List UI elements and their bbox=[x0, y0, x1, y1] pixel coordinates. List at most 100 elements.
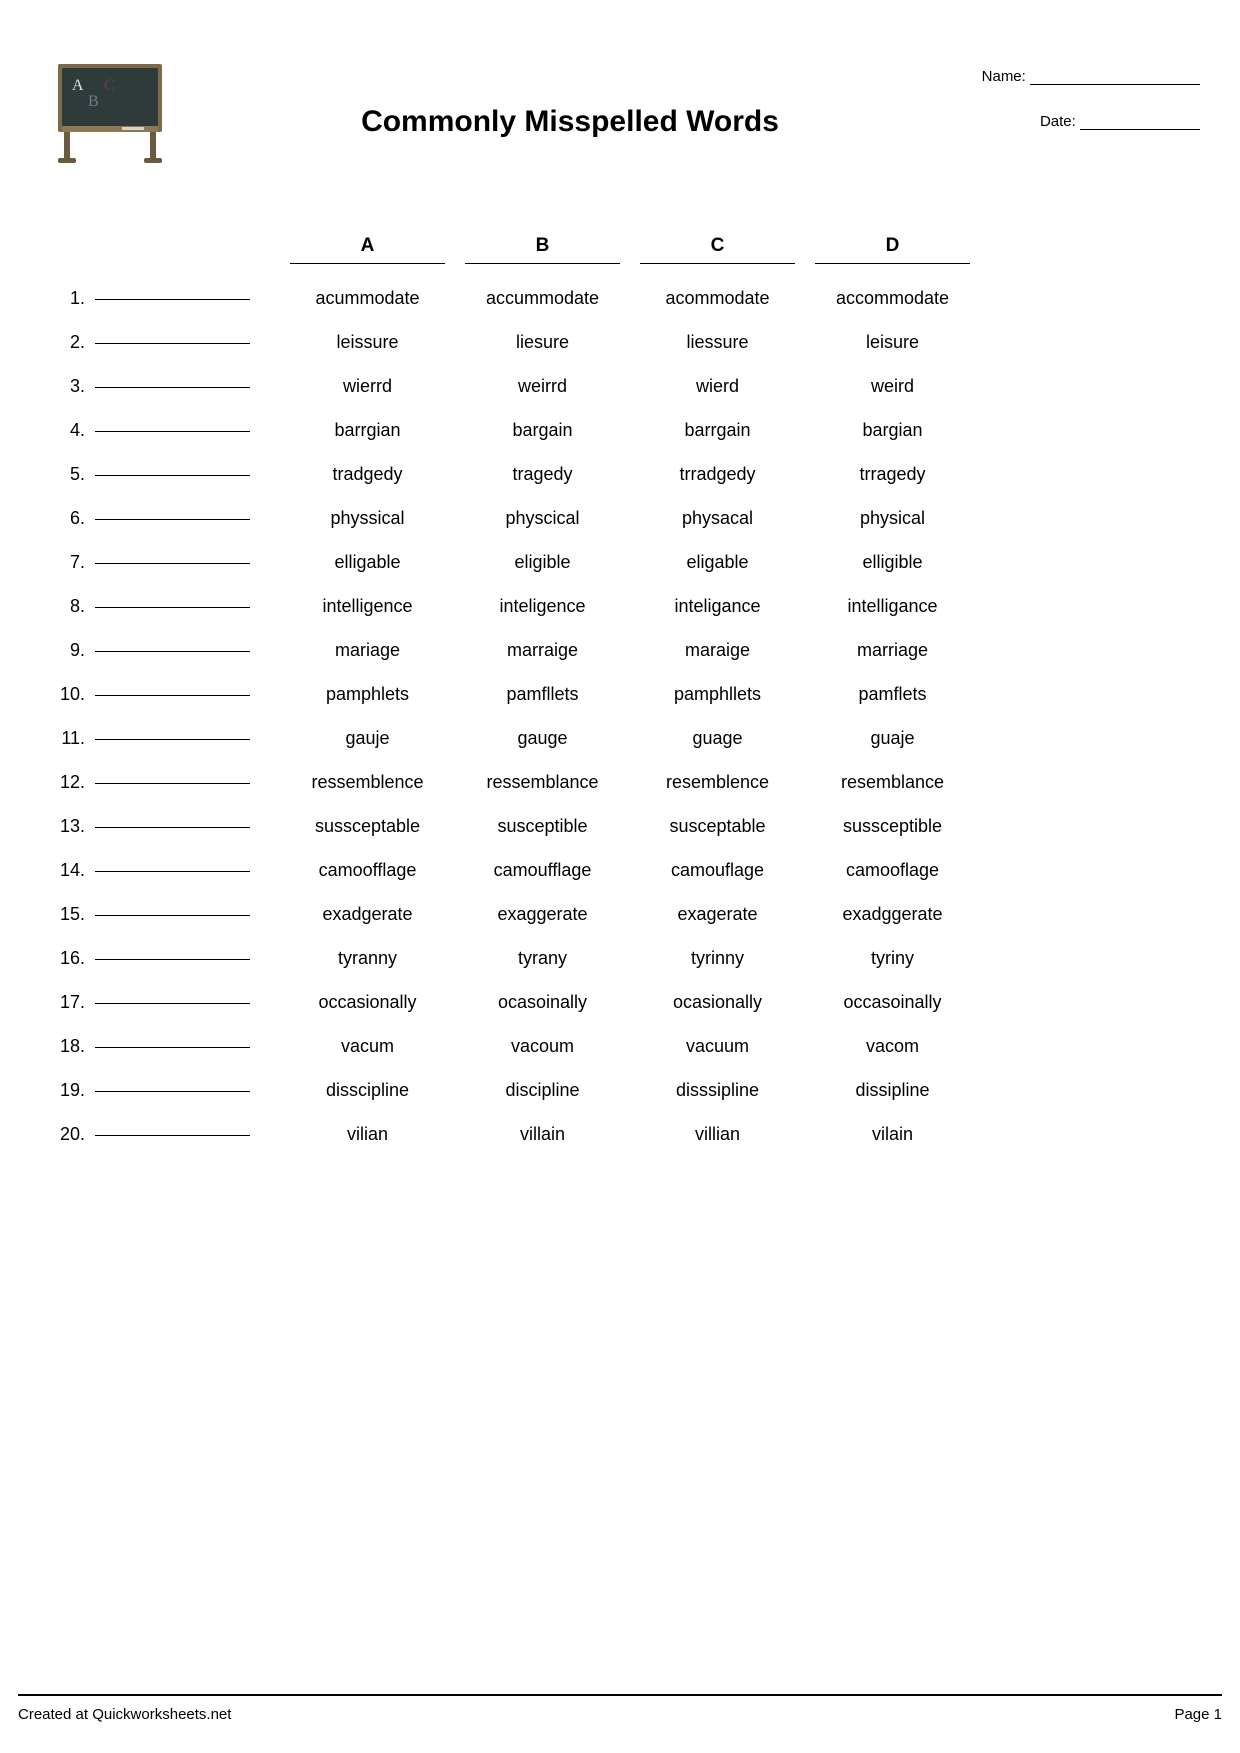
option-cell: wierrd bbox=[290, 376, 445, 397]
option-cell: disscipline bbox=[290, 1080, 445, 1101]
answer-blank-line[interactable] bbox=[95, 1002, 250, 1004]
question-row: 18.vacumvacoumvacuumvacom bbox=[40, 1024, 1200, 1068]
answer-cell bbox=[95, 728, 280, 749]
svg-text:A: A bbox=[72, 77, 84, 94]
option-cell: marraige bbox=[465, 640, 620, 661]
option-cell: physcical bbox=[465, 508, 620, 529]
question-number: 11. bbox=[40, 728, 95, 749]
option-cell: maraige bbox=[640, 640, 795, 661]
option-cell: resemblance bbox=[815, 772, 970, 793]
option-cell: tyriny bbox=[815, 948, 970, 969]
option-cell: eligible bbox=[465, 552, 620, 573]
option-cell: bargain bbox=[465, 420, 620, 441]
option-cell: susceptable bbox=[640, 816, 795, 837]
question-row: 3. wierrd weirrd wierd weird bbox=[40, 364, 1200, 408]
answer-blank-line[interactable] bbox=[95, 1090, 250, 1092]
answer-blank-line[interactable] bbox=[95, 430, 250, 432]
rows-container: 1.acummodateaccummodateacommodateaccommo… bbox=[40, 276, 1200, 1156]
question-number: 19. bbox=[40, 1080, 95, 1101]
option-cell: inteligence bbox=[465, 596, 620, 617]
option-cell: barrgian bbox=[290, 420, 445, 441]
question-row: 20.vilianvillainvillianvilain bbox=[40, 1112, 1200, 1156]
svg-text:C: C bbox=[104, 77, 115, 94]
answer-blank-line[interactable] bbox=[95, 870, 250, 872]
question-number: 4. bbox=[40, 420, 95, 441]
option-cell: resemblence bbox=[640, 772, 795, 793]
option-cell: pamphlets bbox=[290, 684, 445, 705]
option-cell: accommodate bbox=[815, 288, 970, 309]
option-cell: camouflage bbox=[640, 860, 795, 881]
question-row: 19.dissciplinedisciplinedisssiplinedissi… bbox=[40, 1068, 1200, 1112]
option-cell: dissipline bbox=[815, 1080, 970, 1101]
answer-blank-line[interactable] bbox=[95, 562, 250, 564]
option-cell: pamfllets bbox=[465, 684, 620, 705]
question-number: 16. bbox=[40, 948, 95, 969]
answer-cell bbox=[95, 816, 280, 837]
question-row: 13.sussceptablesusceptiblesusceptablesus… bbox=[40, 804, 1200, 848]
answer-blank-line[interactable] bbox=[95, 958, 250, 960]
option-cell: sussceptible bbox=[815, 816, 970, 837]
answer-cell bbox=[95, 684, 280, 705]
footer-credit: Created at Quickworksheets.net bbox=[18, 1706, 231, 1723]
answer-blank-line[interactable] bbox=[95, 914, 250, 916]
answer-cell bbox=[95, 948, 280, 969]
option-cell: acommodate bbox=[640, 288, 795, 309]
option-cell: elligible bbox=[815, 552, 970, 573]
svg-text:B: B bbox=[88, 93, 99, 110]
answer-blank-line[interactable] bbox=[95, 518, 250, 520]
question-number: 3. bbox=[40, 376, 95, 397]
option-cell: weirrd bbox=[465, 376, 620, 397]
option-cell: vacom bbox=[815, 1036, 970, 1057]
answer-cell bbox=[95, 1036, 280, 1057]
option-cell: physacal bbox=[640, 508, 795, 529]
answer-blank-line[interactable] bbox=[95, 386, 250, 388]
answer-blank-line[interactable] bbox=[95, 782, 250, 784]
option-cell: bargian bbox=[815, 420, 970, 441]
answer-blank-line[interactable] bbox=[95, 1134, 250, 1136]
answer-blank-line[interactable] bbox=[95, 694, 250, 696]
answer-cell bbox=[95, 464, 280, 485]
option-cell: vacuum bbox=[640, 1036, 795, 1057]
question-number: 5. bbox=[40, 464, 95, 485]
question-row: 14.camoofflagecamoufflagecamouflagecamoo… bbox=[40, 848, 1200, 892]
question-row: 9.mariagemarraigemaraigemarriage bbox=[40, 628, 1200, 672]
date-blank-line[interactable] bbox=[1080, 129, 1200, 130]
answer-blank-line[interactable] bbox=[95, 650, 250, 652]
option-cell: weird bbox=[815, 376, 970, 397]
question-row: 12.ressemblenceressemblanceresemblencere… bbox=[40, 760, 1200, 804]
answer-cell bbox=[95, 508, 280, 529]
question-row: 15.exadgerateexaggerateexagerateexadgger… bbox=[40, 892, 1200, 936]
answer-blank-line[interactable] bbox=[95, 826, 250, 828]
question-number: 8. bbox=[40, 596, 95, 617]
option-cell: tragedy bbox=[465, 464, 620, 485]
answer-cell bbox=[95, 772, 280, 793]
option-cell: discipline bbox=[465, 1080, 620, 1101]
question-row: 1.acummodateaccummodateacommodateaccommo… bbox=[40, 276, 1200, 320]
page-title: Commonly Misspelled Words bbox=[180, 105, 960, 139]
option-cell: liesure bbox=[465, 332, 620, 353]
option-cell: pamflets bbox=[815, 684, 970, 705]
answer-cell bbox=[95, 860, 280, 881]
answer-blank-line[interactable] bbox=[95, 474, 250, 476]
answer-blank-line[interactable] bbox=[95, 342, 250, 344]
question-row: 11.gaujegaugeguageguaje bbox=[40, 716, 1200, 760]
option-cell: tradgedy bbox=[290, 464, 445, 485]
option-cell: wierd bbox=[640, 376, 795, 397]
option-cell: tyrany bbox=[465, 948, 620, 969]
answer-blank-line[interactable] bbox=[95, 606, 250, 608]
option-cell: physical bbox=[815, 508, 970, 529]
answer-cell bbox=[95, 420, 280, 441]
option-cell: guaje bbox=[815, 728, 970, 749]
option-cell: vilain bbox=[815, 1124, 970, 1145]
answer-blank-line[interactable] bbox=[95, 1046, 250, 1048]
question-number: 12. bbox=[40, 772, 95, 793]
answer-cell bbox=[95, 332, 280, 353]
option-cell: barrgain bbox=[640, 420, 795, 441]
option-cell: physsical bbox=[290, 508, 445, 529]
option-cell: leissure bbox=[290, 332, 445, 353]
question-number: 13. bbox=[40, 816, 95, 837]
name-blank-line[interactable] bbox=[1030, 84, 1200, 85]
answer-blank-line[interactable] bbox=[95, 298, 250, 300]
option-cell: tyranny bbox=[290, 948, 445, 969]
answer-blank-line[interactable] bbox=[95, 738, 250, 740]
